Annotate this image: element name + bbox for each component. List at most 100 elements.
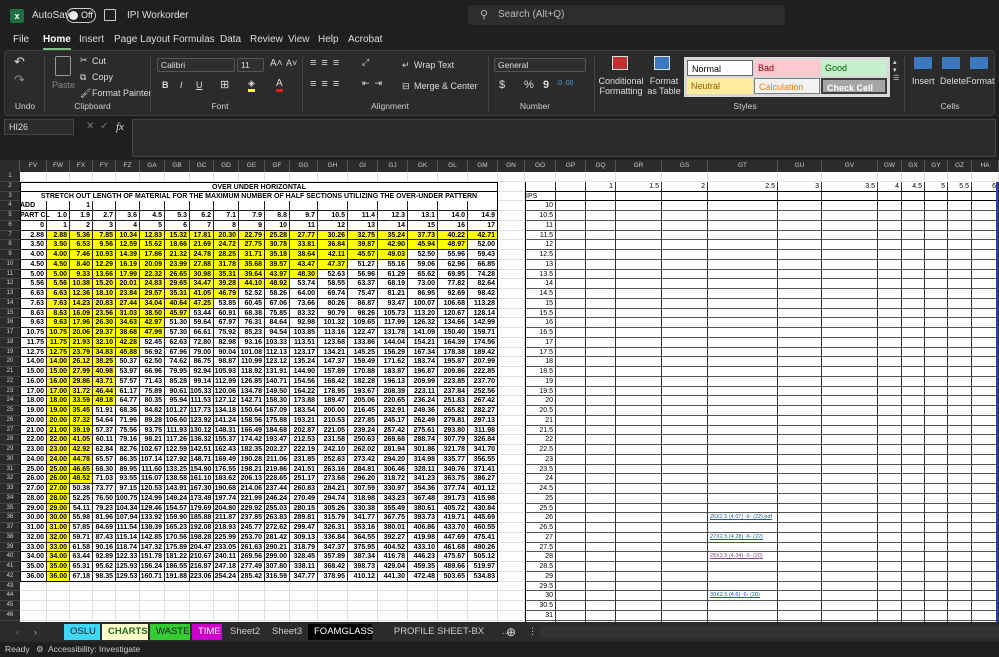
cell[interactable] xyxy=(586,230,616,241)
cell[interactable] xyxy=(925,308,948,319)
cell[interactable] xyxy=(556,562,586,572)
part-cl-value[interactable]: 14.0 xyxy=(438,211,468,221)
stretch-length-cell[interactable]: 23.79 xyxy=(70,347,93,358)
stretch-length-cell[interactable]: 17.99 xyxy=(116,269,140,280)
part-cl-cell[interactable]: 23.00 xyxy=(20,445,47,455)
ips-value[interactable]: 22 xyxy=(525,435,556,445)
cell[interactable] xyxy=(265,601,290,611)
stretch-length-cell[interactable]: 134.21 xyxy=(318,347,348,358)
stretch-length-cell[interactable]: 61.29 xyxy=(378,269,408,280)
stretch-length-cell[interactable]: 326.31 xyxy=(318,523,348,533)
cell[interactable] xyxy=(662,591,708,601)
cell[interactable] xyxy=(778,367,822,377)
cell[interactable] xyxy=(822,220,878,231)
cell[interactable] xyxy=(902,376,925,387)
cell[interactable] xyxy=(778,318,822,328)
stretch-length-cell[interactable]: 113.51 xyxy=(290,337,318,348)
cell[interactable] xyxy=(902,571,925,582)
stretch-length-cell[interactable]: 18.00 xyxy=(47,396,70,406)
stretch-length-cell[interactable]: 131.78 xyxy=(378,328,408,338)
cell[interactable] xyxy=(948,201,972,211)
cell[interactable] xyxy=(972,542,999,553)
cell[interactable] xyxy=(556,376,586,387)
cell[interactable] xyxy=(972,601,999,611)
cell[interactable] xyxy=(972,376,999,387)
stretch-length-cell[interactable]: 85.28 xyxy=(165,376,190,387)
stretch-length-cell[interactable]: 105.73 xyxy=(378,308,408,319)
cell[interactable] xyxy=(925,318,948,328)
stretch-length-cell[interactable]: 100.07 xyxy=(408,298,438,309)
cell[interactable] xyxy=(616,474,662,484)
stretch-length-cell[interactable]: 6.63 xyxy=(47,289,70,299)
stretch-length-cell[interactable]: 54.11 xyxy=(70,503,93,514)
stretch-length-cell[interactable]: 162.43 xyxy=(214,445,239,455)
column-header[interactable]: GF xyxy=(265,160,290,172)
accessibility-status[interactable]: Accessibility: Investigate xyxy=(48,642,140,657)
cell[interactable] xyxy=(616,435,662,445)
stretch-length-cell[interactable]: 12.29 xyxy=(93,259,116,270)
stretch-length-cell[interactable]: 195.87 xyxy=(438,357,468,367)
stretch-length-cell[interactable]: 209.99 xyxy=(408,376,438,387)
cell[interactable] xyxy=(586,376,616,387)
cell[interactable] xyxy=(265,610,290,621)
cell[interactable] xyxy=(586,396,616,406)
cell[interactable] xyxy=(20,610,47,621)
stretch-length-cell[interactable]: 231.85 xyxy=(290,454,318,465)
cell[interactable] xyxy=(616,571,662,582)
cell[interactable] xyxy=(972,532,999,543)
cell[interactable] xyxy=(948,445,972,455)
column-header[interactable]: GH xyxy=(318,160,348,172)
cell[interactable] xyxy=(616,240,662,250)
cell[interactable] xyxy=(708,220,778,231)
column-header[interactable]: GE xyxy=(239,160,265,172)
stretch-length-cell[interactable]: 51.30 xyxy=(165,318,190,328)
row-header[interactable]: 32 xyxy=(0,474,20,484)
cell[interactable] xyxy=(878,532,902,543)
stretch-length-cell[interactable]: 103.33 xyxy=(265,337,290,348)
stretch-length-cell[interactable]: 39.87 xyxy=(348,240,378,250)
cell[interactable] xyxy=(498,337,525,348)
stretch-length-cell[interactable]: 202.27 xyxy=(265,445,290,455)
cell[interactable] xyxy=(902,562,925,572)
cell[interactable] xyxy=(140,172,165,182)
ips-column-header[interactable]: 4.5 xyxy=(902,181,925,192)
stretch-length-cell[interactable]: 52.00 xyxy=(468,240,498,250)
stretch-length-cell[interactable]: 14.00 xyxy=(47,357,70,367)
cell[interactable] xyxy=(948,552,972,562)
cell[interactable] xyxy=(616,601,662,611)
style-calculation[interactable]: Calculation xyxy=(754,78,820,94)
cell[interactable] xyxy=(902,445,925,455)
ips-value[interactable]: 17.5 xyxy=(525,347,556,358)
cell[interactable] xyxy=(948,542,972,553)
stretch-length-cell[interactable]: 281.94 xyxy=(378,445,408,455)
cell[interactable] xyxy=(662,279,708,289)
ips-value[interactable]: 13.5 xyxy=(525,269,556,280)
stretch-length-cell[interactable]: 415.98 xyxy=(468,493,498,504)
stretch-length-cell[interactable]: 210.67 xyxy=(190,552,214,562)
stretch-length-cell[interactable]: 21.00 xyxy=(47,425,70,436)
cell[interactable] xyxy=(822,201,878,211)
cell[interactable] xyxy=(878,211,902,221)
menu-tab-data[interactable]: Data xyxy=(220,34,241,50)
cell[interactable] xyxy=(616,191,662,202)
stretch-length-cell[interactable]: 62.96 xyxy=(438,259,468,270)
cell[interactable] xyxy=(878,464,902,475)
cell[interactable] xyxy=(925,191,948,202)
stretch-length-cell[interactable]: 183.54 xyxy=(290,406,318,416)
stretch-length-cell[interactable]: 29.86 xyxy=(70,376,93,387)
stretch-length-cell[interactable]: 124.99 xyxy=(140,493,165,504)
cell[interactable] xyxy=(408,172,438,182)
cell[interactable] xyxy=(662,289,708,299)
ips-column-header[interactable]: 3.5 xyxy=(822,181,878,192)
stretch-length-cell[interactable]: 120.53 xyxy=(140,484,165,494)
stretch-length-cell[interactable]: 196.87 xyxy=(408,367,438,377)
cell[interactable] xyxy=(556,591,586,601)
sheet-tab-oslu[interactable]: OSLU xyxy=(64,624,100,640)
menu-tab-file[interactable]: File xyxy=(13,34,29,50)
stretch-length-cell[interactable]: 56.96 xyxy=(348,269,378,280)
ips-value[interactable]: 20.5 xyxy=(525,406,556,416)
stretch-length-cell[interactable]: 150.64 xyxy=(239,406,265,416)
cell[interactable] xyxy=(822,376,878,387)
cell[interactable] xyxy=(972,552,999,562)
stretch-length-cell[interactable]: 68.36 xyxy=(116,406,140,416)
